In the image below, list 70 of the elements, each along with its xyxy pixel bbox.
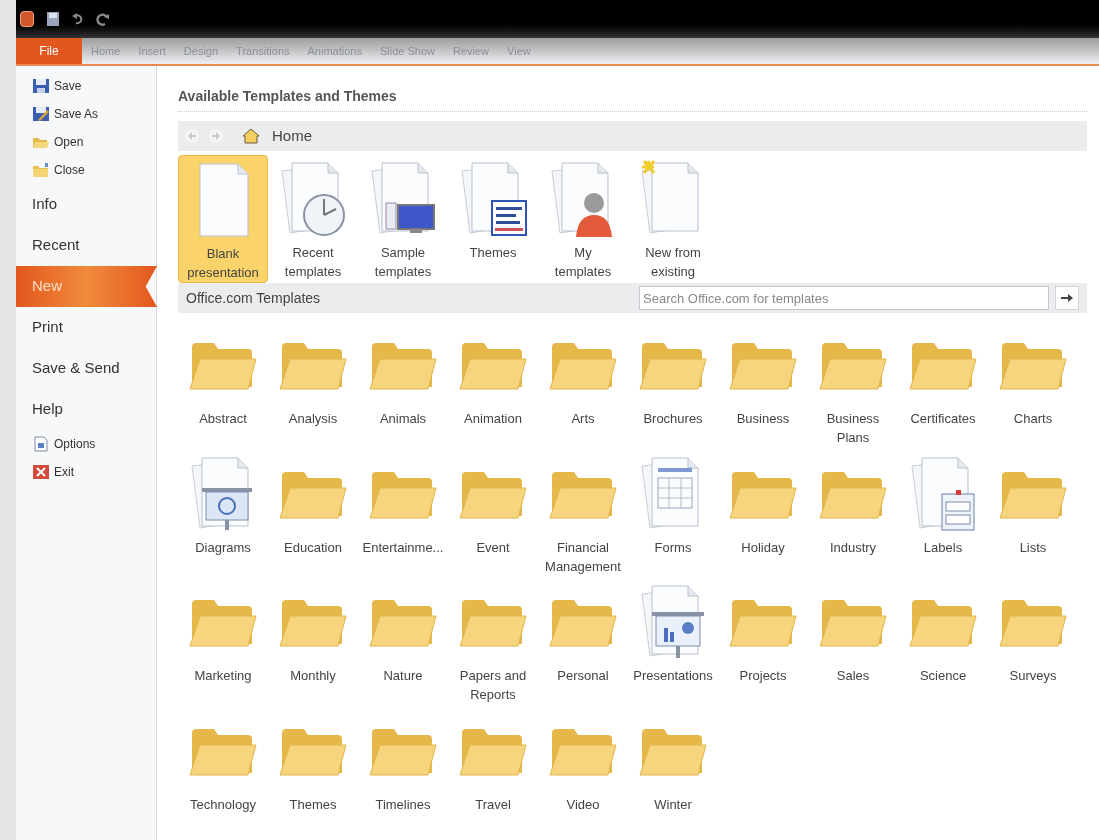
template-category[interactable]: Winter xyxy=(628,710,718,839)
template-category[interactable]: Entertainme... xyxy=(358,453,448,582)
template-category[interactable]: Animation xyxy=(448,325,538,454)
template-category[interactable]: Timelines xyxy=(358,710,448,839)
sidebar-command[interactable]: Save As xyxy=(16,100,156,128)
template-category[interactable]: Holiday xyxy=(718,453,808,582)
floppy-pen-icon xyxy=(32,106,50,122)
template-category[interactable]: Monthly xyxy=(268,582,358,711)
template-category[interactable]: Event xyxy=(448,453,538,582)
template-category[interactable]: Presentations xyxy=(628,582,718,711)
template-category[interactable]: Labels xyxy=(898,453,988,582)
pages-clock-icon xyxy=(278,159,348,239)
template-category[interactable]: Industry xyxy=(808,453,898,582)
sidebar-tab[interactable]: Save & Send xyxy=(16,348,156,389)
template-start-item[interactable]: Blank presentation xyxy=(178,155,268,283)
template-category[interactable]: Science xyxy=(898,582,988,711)
template-category[interactable]: Abstract xyxy=(178,325,268,454)
template-category[interactable]: Financial Management xyxy=(538,453,628,582)
template-category[interactable]: Animals xyxy=(358,325,448,454)
redo-icon[interactable] xyxy=(96,12,110,26)
template-category[interactable]: Brochures xyxy=(628,325,718,454)
template-category[interactable]: Business Plans xyxy=(808,325,898,454)
exit-icon xyxy=(32,464,50,480)
template-category[interactable]: Forms xyxy=(628,453,718,582)
save-icon[interactable] xyxy=(46,11,60,27)
template-start-item[interactable]: New from existing xyxy=(628,155,718,283)
template-start-item[interactable]: Recent templates xyxy=(268,155,358,283)
template-category[interactable]: Sales xyxy=(808,582,898,711)
folder-icon xyxy=(32,162,50,178)
template-category[interactable]: Technology xyxy=(178,710,268,839)
template-category[interactable]: Surveys xyxy=(988,582,1078,711)
section-heading: Available Templates and Themes xyxy=(178,86,1087,112)
template-category[interactable]: Arts xyxy=(538,325,628,454)
template-category[interactable]: Diagrams xyxy=(178,453,268,582)
template-category[interactable]: Personal xyxy=(538,582,628,711)
template-category[interactable]: Papers and Reports xyxy=(448,582,538,711)
ribbon-tab[interactable]: File xyxy=(16,38,82,64)
template-category[interactable]: Projects xyxy=(718,582,808,711)
template-category[interactable]: Video xyxy=(538,710,628,839)
sidebar-command[interactable]: Open xyxy=(16,128,156,156)
sidebar-command[interactable]: Exit xyxy=(16,458,156,486)
template-category[interactable]: Marketing xyxy=(178,582,268,711)
template-category[interactable]: Travel xyxy=(448,710,538,839)
arrow-right-icon xyxy=(1061,293,1073,303)
home-icon[interactable] xyxy=(242,128,260,144)
template-category[interactable]: Themes xyxy=(268,710,358,839)
sidebar-command[interactable]: Options xyxy=(16,430,156,458)
template-category[interactable]: Certificates xyxy=(898,325,988,454)
template-category[interactable]: Charts xyxy=(988,325,1078,454)
template-category[interactable]: Lists xyxy=(988,453,1078,582)
sidebar-tab[interactable]: Recent xyxy=(16,225,156,266)
template-start-item[interactable]: Themes xyxy=(448,155,538,283)
sidebar-tab[interactable]: Info xyxy=(16,184,156,225)
sidebar-tab[interactable]: Help xyxy=(16,389,156,430)
document-icon xyxy=(32,436,50,452)
breadcrumb: Home xyxy=(272,125,312,146)
app-logo-icon xyxy=(20,11,34,27)
template-category[interactable]: Education xyxy=(268,453,358,582)
search-button[interactable] xyxy=(1055,286,1079,310)
sidebar-command[interactable]: Close xyxy=(16,156,156,184)
template-start-item[interactable]: Sample templates xyxy=(358,155,448,283)
sidebar-tab[interactable]: Print xyxy=(16,307,156,348)
template-category[interactable]: Analysis xyxy=(268,325,358,454)
template-category[interactable]: Nature xyxy=(358,582,448,711)
section-title: Office.com Templates xyxy=(186,288,322,308)
undo-icon[interactable] xyxy=(72,12,84,26)
sidebar-command[interactable]: Save xyxy=(16,72,156,100)
template-start-item[interactable]: My templates xyxy=(538,155,628,283)
search-field[interactable]: Search Office.com for templates xyxy=(639,286,1049,310)
template-category[interactable]: Business xyxy=(718,325,808,454)
